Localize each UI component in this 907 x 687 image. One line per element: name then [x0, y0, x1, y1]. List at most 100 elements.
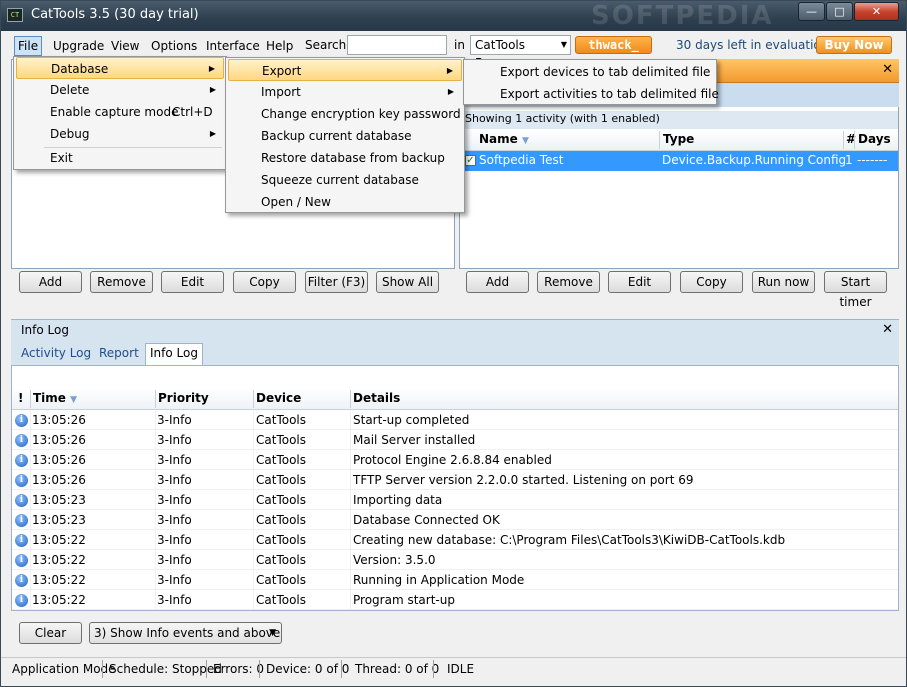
- table-row[interactable]: i 13:05:26 3-Info CatTools Start-up complete…: [12, 410, 898, 430]
- table-row[interactable]: i 13:05:22 3-Info CatTools Program start-up: [12, 590, 898, 610]
- enabled-checkbox[interactable]: ✓: [465, 155, 476, 166]
- activity-add-button[interactable]: Add: [466, 271, 529, 293]
- menu-item-change-key[interactable]: Change encryption key password: [228, 103, 462, 125]
- clear-button[interactable]: Clear: [19, 622, 82, 644]
- device-edit-button[interactable]: Edit: [161, 271, 224, 293]
- close-button[interactable]: ✕: [854, 2, 899, 21]
- log-details: Start-up completed: [353, 413, 470, 427]
- thwack-button[interactable]: thwack_: [575, 36, 652, 54]
- menu-item-debug[interactable]: Debug ▶: [16, 123, 224, 145]
- run-now-button[interactable]: Run now: [752, 271, 815, 293]
- info-icon: i: [15, 414, 28, 427]
- tab-activity-log[interactable]: Activity Log: [21, 346, 91, 360]
- minimize-button[interactable]: —: [798, 2, 825, 21]
- col-type[interactable]: Type: [663, 132, 694, 146]
- menu-item-export[interactable]: Export ▶: [228, 59, 462, 81]
- menu-file[interactable]: File: [14, 36, 43, 56]
- menu-item-restore[interactable]: Restore database from backup: [228, 147, 462, 169]
- menu-item-squeeze[interactable]: Squeeze current database: [228, 169, 462, 191]
- log-filter-select[interactable]: 3) Show Info events and above ▼: [89, 622, 282, 644]
- device-remove-button[interactable]: Remove: [90, 271, 153, 293]
- col-time[interactable]: Time ▼: [33, 391, 77, 405]
- database-menu: Export ▶ Import ▶ Change encryption key pa…: [225, 57, 465, 213]
- start-timer-button[interactable]: Start timer: [824, 271, 887, 309]
- menu-item-export-activities[interactable]: Export activities to tab delimited file: [466, 83, 719, 105]
- log-details: Running in Application Mode: [353, 573, 525, 587]
- table-row[interactable]: ✓ Softpedia Test Device.Backup.Running C…: [463, 151, 898, 171]
- device-filter-button[interactable]: Filter (F3): [305, 271, 368, 293]
- log-details: Version: 3.5.0: [353, 553, 436, 567]
- menu-view[interactable]: View: [107, 36, 143, 56]
- log-table-header: ! Time ▼ Priority Device Details: [12, 388, 898, 410]
- chevron-right-icon: ▶: [209, 85, 216, 94]
- col-device[interactable]: Device: [256, 391, 301, 405]
- menu-upgrade[interactable]: Upgrade: [49, 36, 108, 56]
- table-row[interactable]: i 13:05:22 3-Info CatTools Creating new data…: [12, 530, 898, 550]
- menu-item-database[interactable]: Database ▶: [16, 57, 224, 79]
- log-time: 13:05:22: [32, 593, 86, 607]
- status-thread: Thread: 0 of 0: [355, 662, 440, 676]
- device-add-button[interactable]: Add: [19, 271, 82, 293]
- activities-table-header: Name ▼ Type # Days: [463, 129, 898, 151]
- app-window: CT CatTools 3.5 (30 day trial) SOFTPEDIA…: [0, 0, 907, 687]
- table-row[interactable]: i 13:05:26 3-Info CatTools TFTP Server versi…: [12, 470, 898, 490]
- status-device: Device: 0 of 0: [266, 662, 350, 676]
- activity-name: Softpedia Test: [479, 153, 564, 167]
- close-icon[interactable]: ✕: [882, 62, 893, 77]
- device-show-all-button[interactable]: Show All: [376, 271, 439, 293]
- table-row[interactable]: i 13:05:22 3-Info CatTools Version: 3.5.0: [12, 550, 898, 570]
- tab-report[interactable]: Report: [99, 346, 139, 360]
- menu-interface[interactable]: Interface: [202, 36, 264, 56]
- activity-days: -------: [857, 153, 888, 167]
- info-icon: i: [15, 554, 28, 567]
- col-details[interactable]: Details: [353, 391, 400, 405]
- forum-select[interactable]: CatTools Forum ▼: [470, 35, 571, 70]
- log-time: 13:05:26: [32, 433, 86, 447]
- menu-options[interactable]: Options: [147, 36, 201, 56]
- log-time: 13:05:26: [32, 473, 86, 487]
- chevron-right-icon: ▶: [209, 129, 216, 138]
- col-days[interactable]: Days: [858, 132, 891, 146]
- window-title: CatTools 3.5 (30 day trial): [31, 7, 199, 22]
- maximize-icon: □: [834, 5, 845, 18]
- col-flag[interactable]: !: [18, 391, 23, 405]
- menu-help[interactable]: Help: [262, 36, 297, 56]
- activity-copy-button[interactable]: Copy: [680, 271, 743, 293]
- table-row[interactable]: i 13:05:22 3-Info CatTools Running in Applic…: [12, 570, 898, 590]
- buy-now-button[interactable]: Buy Now: [816, 36, 892, 54]
- log-priority: 3-Info: [157, 493, 192, 507]
- table-row[interactable]: i 13:05:26 3-Info CatTools Mail Server insta…: [12, 430, 898, 450]
- title-bar: CT CatTools 3.5 (30 day trial) SOFTPEDIA…: [1, 1, 906, 31]
- log-device: CatTools: [256, 573, 306, 587]
- log-device: CatTools: [256, 433, 306, 447]
- log-device: CatTools: [256, 593, 306, 607]
- col-priority[interactable]: Priority: [158, 391, 209, 405]
- log-details: Importing data: [353, 493, 443, 507]
- status-schedule: Schedule: Stopped: [109, 662, 222, 676]
- close-icon[interactable]: ✕: [882, 322, 893, 337]
- search-input[interactable]: [347, 35, 447, 55]
- log-priority: 3-Info: [157, 513, 192, 527]
- activity-edit-button[interactable]: Edit: [608, 271, 671, 293]
- log-details: Protocol Engine 2.6.8.84 enabled: [353, 453, 552, 467]
- table-row[interactable]: i 13:05:23 3-Info CatTools Importing data: [12, 490, 898, 510]
- log-details: TFTP Server version 2.2.0.0 started. Lis…: [353, 473, 694, 487]
- menu-item-delete[interactable]: Delete ▶: [16, 79, 224, 101]
- menu-item-open-new[interactable]: Open / New: [228, 191, 462, 213]
- menu-item-capture-mode[interactable]: Enable capture mode Ctrl+D: [16, 101, 224, 123]
- menu-item-backup[interactable]: Backup current database: [228, 125, 462, 147]
- info-icon: i: [15, 574, 28, 587]
- menu-item-export-devices[interactable]: Export devices to tab delimited file: [466, 61, 714, 83]
- device-copy-button[interactable]: Copy: [233, 271, 296, 293]
- col-name[interactable]: Name ▼: [479, 132, 529, 146]
- menu-item-import[interactable]: Import ▶: [228, 81, 462, 103]
- chevron-right-icon: ▶: [208, 64, 215, 73]
- table-row[interactable]: i 13:05:23 3-Info CatTools Database Connecte…: [12, 510, 898, 530]
- table-row[interactable]: i 13:05:26 3-Info CatTools Protocol Engine 2…: [12, 450, 898, 470]
- maximize-button[interactable]: □: [826, 2, 853, 21]
- menu-item-exit[interactable]: Exit: [16, 147, 224, 169]
- tab-info-log[interactable]: Info Log: [145, 343, 203, 365]
- log-priority: 3-Info: [157, 553, 192, 567]
- activity-remove-button[interactable]: Remove: [537, 271, 600, 293]
- log-priority: 3-Info: [157, 433, 192, 447]
